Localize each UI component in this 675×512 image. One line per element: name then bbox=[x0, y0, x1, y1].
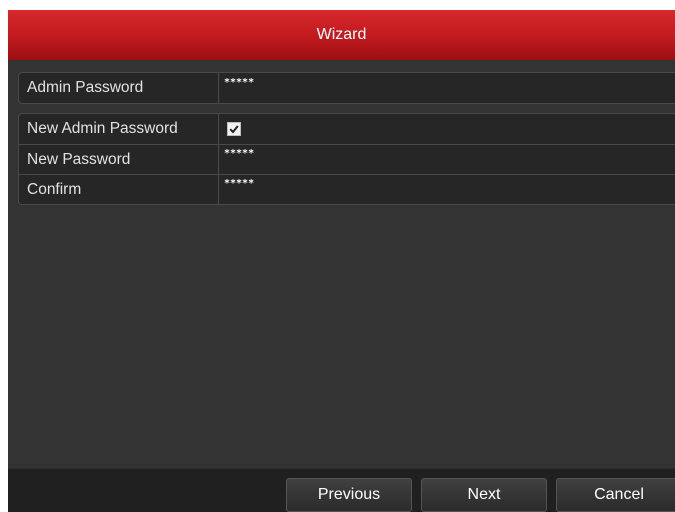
new-admin-password-cell bbox=[219, 114, 675, 144]
new-admin-password-label: New Admin Password bbox=[19, 114, 219, 144]
new-admin-password-checkbox[interactable] bbox=[227, 122, 241, 136]
wizard-window: Wizard Admin Password ***** New Admin Pa… bbox=[8, 10, 675, 512]
confirm-value: ***** bbox=[224, 178, 255, 189]
confirm-row: Confirm ***** bbox=[19, 174, 675, 204]
new-password-group: New Admin Password New Password ***** Co… bbox=[18, 113, 675, 205]
new-password-row: New Password ***** bbox=[19, 144, 675, 174]
cancel-button[interactable]: Cancel bbox=[556, 478, 675, 512]
admin-password-group: Admin Password ***** bbox=[18, 72, 675, 104]
confirm-label: Confirm bbox=[19, 175, 219, 204]
new-password-field[interactable]: ***** bbox=[219, 145, 675, 174]
admin-password-row: Admin Password ***** bbox=[19, 73, 675, 103]
footer-bar: Previous Next Cancel bbox=[8, 468, 675, 512]
title-bar: Wizard bbox=[8, 10, 675, 60]
admin-password-label: Admin Password bbox=[19, 73, 219, 103]
check-icon bbox=[229, 125, 239, 134]
admin-password-field[interactable]: ***** bbox=[219, 73, 675, 103]
previous-button[interactable]: Previous bbox=[286, 478, 412, 512]
next-button[interactable]: Next bbox=[421, 478, 547, 512]
new-password-value: ***** bbox=[224, 148, 255, 159]
new-password-label: New Password bbox=[19, 145, 219, 174]
confirm-field[interactable]: ***** bbox=[219, 175, 675, 204]
window-title: Wizard bbox=[316, 26, 367, 43]
admin-password-value: ***** bbox=[224, 76, 255, 88]
new-admin-password-row: New Admin Password bbox=[19, 114, 675, 144]
